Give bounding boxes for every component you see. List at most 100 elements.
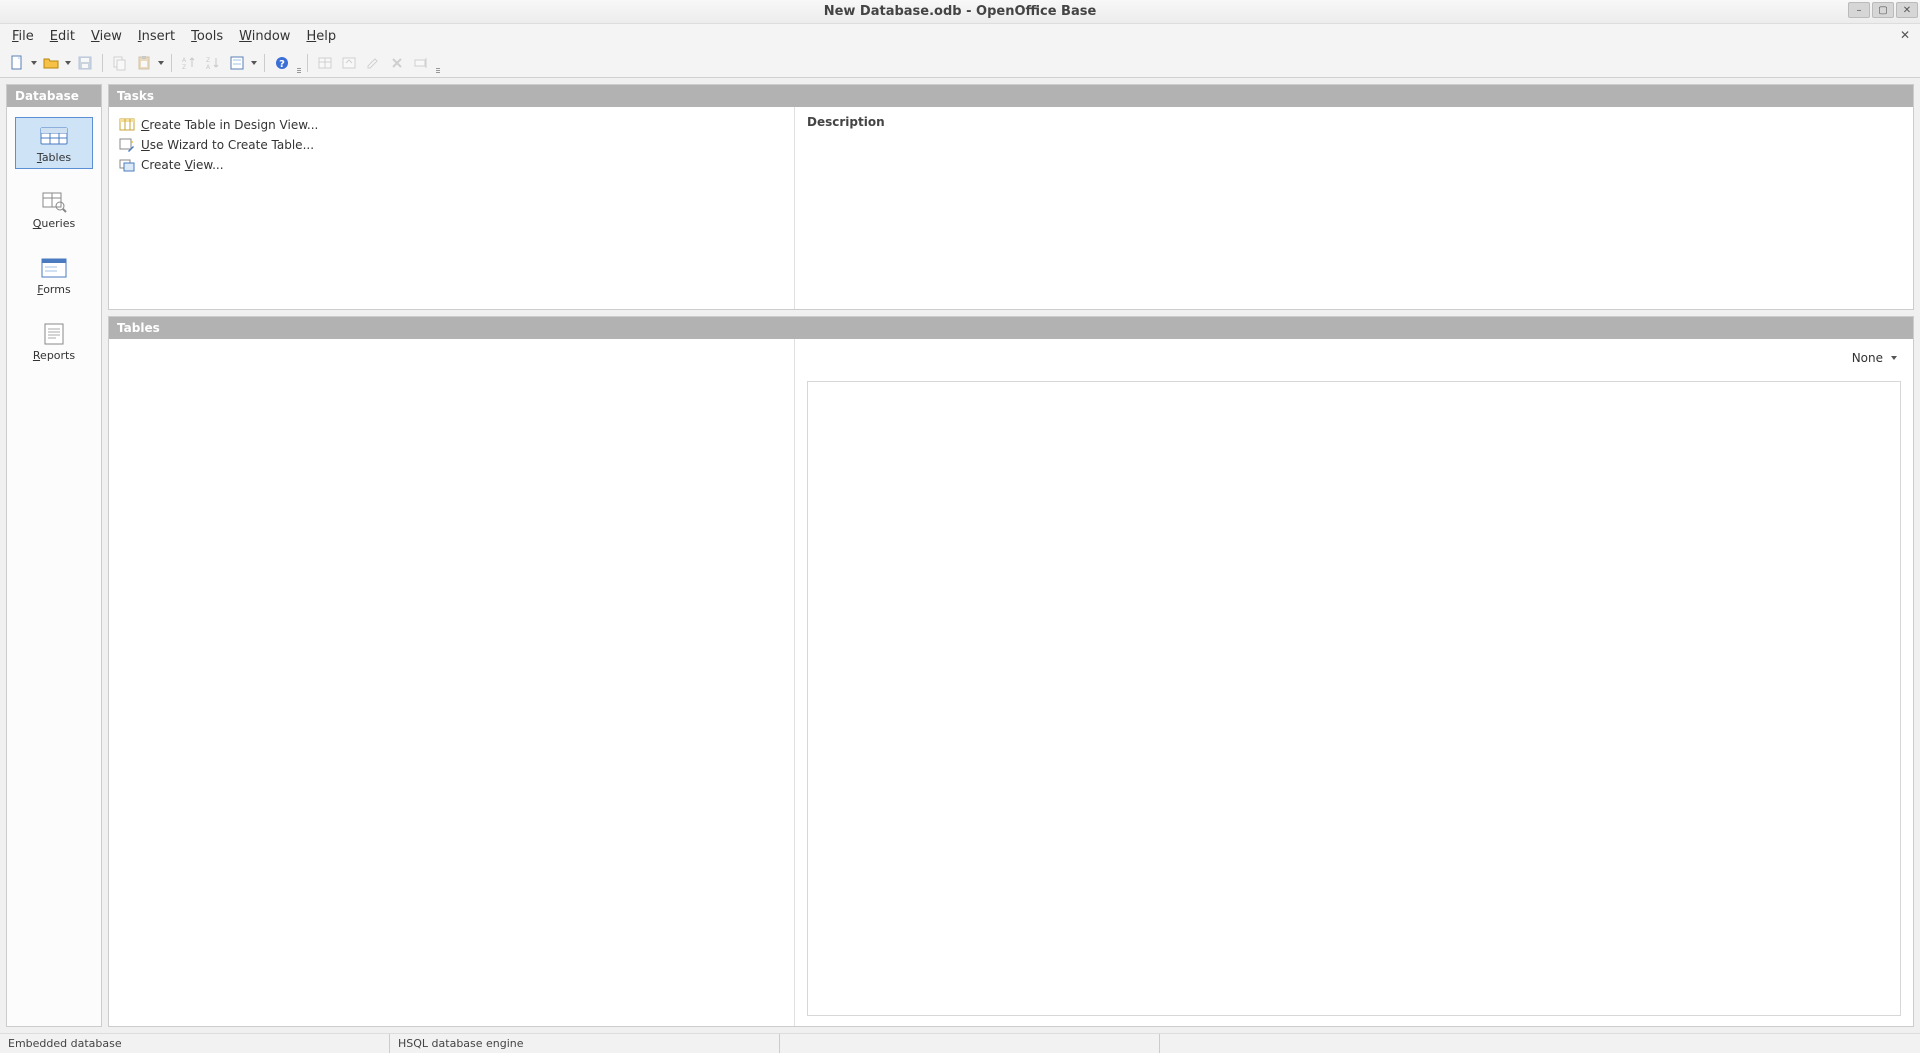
copy-button[interactable] (109, 52, 131, 74)
main-column: Tasks Create Table in Design View... Use… (108, 84, 1914, 1027)
window-title: New Database.odb - OpenOffice Base (0, 4, 1920, 19)
edit-object-button[interactable] (362, 52, 384, 74)
description-header: Description (807, 115, 1901, 129)
sidebar-item-label: Queries (33, 217, 76, 230)
svg-text:?: ? (279, 59, 285, 70)
task-create-table-wizard[interactable]: Use Wizard to Create Table... (119, 135, 784, 155)
form-button[interactable] (226, 52, 248, 74)
toolbar-separator (171, 54, 172, 72)
title-bar: New Database.odb - OpenOffice Base – ▢ ✕ (0, 0, 1920, 24)
task-create-table-design[interactable]: Create Table in Design View... (119, 115, 784, 135)
sidebar-item-label: Reports (33, 349, 75, 362)
edit-icon (365, 55, 381, 71)
minimize-button[interactable]: – (1848, 2, 1870, 18)
help-button[interactable]: ? (271, 52, 293, 74)
status-engine: HSQL database engine (390, 1034, 780, 1053)
menu-window[interactable]: Window (231, 26, 298, 47)
form-dropdown[interactable] (250, 61, 258, 65)
main-toolbar: AZ ZA ? (0, 48, 1920, 78)
paste-button[interactable] (133, 52, 155, 74)
sidebar-item-queries[interactable]: Queries (15, 183, 93, 235)
sort-descending-button[interactable]: ZA (202, 52, 224, 74)
svg-text:Z: Z (206, 57, 210, 64)
sidebar-item-forms[interactable]: Forms (15, 249, 93, 301)
sidebar-item-label: Forms (37, 283, 70, 296)
close-document-button[interactable]: ✕ (1896, 28, 1914, 42)
maximize-button[interactable]: ▢ (1872, 2, 1894, 18)
tables-panel: Tables None (108, 316, 1914, 1027)
sort-asc-icon: AZ (181, 55, 197, 71)
paste-icon (136, 55, 152, 71)
tables-icon (38, 124, 70, 148)
status-cell-4 (1160, 1034, 1920, 1053)
toolbar-separator (264, 54, 265, 72)
toolbar-overflow-handle[interactable] (297, 52, 301, 74)
menu-tools[interactable]: Tools (183, 26, 231, 47)
chevron-down-icon (1891, 356, 1897, 360)
task-description-panel: Description (795, 107, 1913, 309)
window-controls: – ▢ ✕ (1848, 2, 1918, 18)
task-list: Create Table in Design View... Use Wizar… (109, 107, 795, 309)
view-icon (119, 157, 135, 173)
copy-icon (112, 55, 128, 71)
open-object-icon (341, 55, 357, 71)
table-design-icon (119, 117, 135, 133)
help-icon: ? (274, 55, 290, 71)
sort-ascending-button[interactable]: AZ (178, 52, 200, 74)
menu-insert[interactable]: Insert (130, 26, 183, 47)
save-button[interactable] (74, 52, 96, 74)
save-icon (77, 55, 93, 71)
tables-preview-panel: None (795, 339, 1913, 1026)
task-label: Create Table in Design View... (141, 118, 318, 132)
task-create-view[interactable]: Create View... (119, 155, 784, 175)
open-button[interactable] (40, 52, 62, 74)
reports-icon (38, 322, 70, 346)
status-cell-3 (780, 1034, 1160, 1053)
sidebar-body: Tables Queries Forms Reports (7, 107, 101, 1026)
task-label: Create View... (141, 158, 224, 172)
menu-edit[interactable]: Edit (42, 26, 83, 47)
queries-icon (38, 190, 70, 214)
menu-help[interactable]: Help (298, 26, 344, 47)
svg-text:A: A (182, 57, 187, 64)
delete-object-button[interactable] (386, 52, 408, 74)
rename-object-button[interactable] (410, 52, 432, 74)
menu-file[interactable]: File (4, 26, 42, 47)
sidebar-item-tables[interactable]: Tables (15, 117, 93, 169)
toolbar-separator (102, 54, 103, 72)
sidebar-item-reports[interactable]: Reports (15, 315, 93, 367)
toolbar-overflow-handle-2[interactable] (436, 52, 440, 74)
preview-mode-dropdown[interactable]: None (1848, 349, 1901, 367)
database-sidebar: Database Tables Queries Forms Reports (6, 84, 102, 1027)
tasks-header: Tasks (109, 85, 1913, 107)
paste-dropdown[interactable] (157, 61, 165, 65)
menu-bar: File Edit View Insert Tools Window Help … (0, 24, 1920, 48)
sort-desc-icon: ZA (205, 55, 221, 71)
wizard-icon (119, 137, 135, 153)
rename-icon (413, 55, 429, 71)
table-icon (317, 55, 333, 71)
new-table-design-button[interactable] (314, 52, 336, 74)
tables-list[interactable] (109, 339, 795, 1026)
tables-header: Tables (109, 317, 1913, 339)
open-dropdown[interactable] (64, 61, 72, 65)
new-document-dropdown[interactable] (30, 61, 38, 65)
open-object-button[interactable] (338, 52, 360, 74)
content-area: Database Tables Queries Forms Reports (0, 78, 1920, 1033)
tasks-body: Create Table in Design View... Use Wizar… (109, 107, 1913, 309)
tables-body: None (109, 339, 1913, 1026)
task-label: Use Wizard to Create Table... (141, 138, 314, 152)
new-document-button[interactable] (6, 52, 28, 74)
close-button[interactable]: ✕ (1896, 2, 1918, 18)
sidebar-header: Database (7, 85, 101, 107)
preview-mode-label: None (1852, 351, 1883, 365)
tasks-panel: Tasks Create Table in Design View... Use… (108, 84, 1914, 310)
form-icon (229, 55, 245, 71)
svg-text:A: A (206, 64, 211, 71)
forms-icon (38, 256, 70, 280)
new-document-icon (9, 55, 25, 71)
delete-icon (389, 55, 405, 71)
menu-view[interactable]: View (83, 26, 130, 47)
status-db-type: Embedded database (0, 1034, 390, 1053)
toolbar-separator (307, 54, 308, 72)
